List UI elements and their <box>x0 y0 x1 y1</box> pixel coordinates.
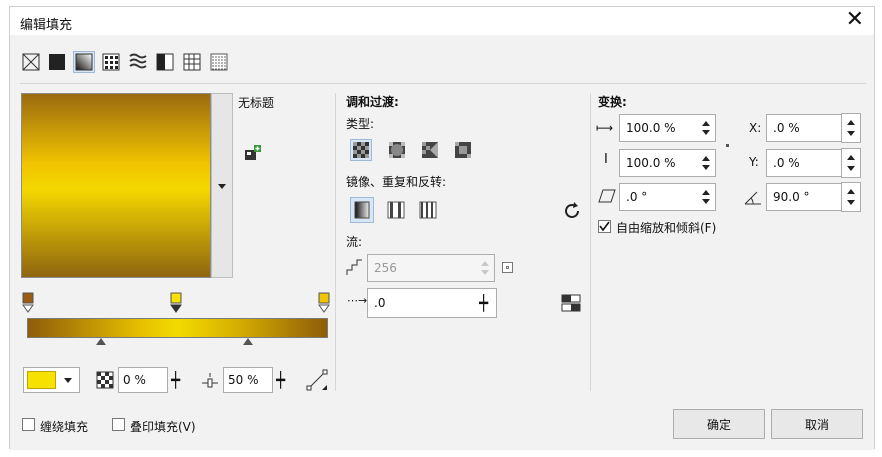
section-divider <box>335 93 336 391</box>
lock-steps-icon[interactable] <box>502 262 513 273</box>
reverse-gradient-icon[interactable] <box>561 200 583 222</box>
transparency-input[interactable]: 0 % <box>118 367 168 393</box>
x-offset-input[interactable]: .0 % <box>766 114 850 142</box>
rotate-value: 90.0 ° <box>773 190 810 204</box>
overprint-label: 叠印填充(V) <box>130 420 196 434</box>
vector-pattern-fill-icon[interactable] <box>100 51 122 73</box>
cancel-button-label: 取消 <box>804 417 829 432</box>
default-fill-mode-icon[interactable] <box>350 197 374 223</box>
color-stop-right[interactable] <box>318 292 330 314</box>
section-divider <box>590 93 591 391</box>
preset-dropdown[interactable] <box>211 93 233 278</box>
transparency-icon <box>96 371 114 389</box>
steps-value: 256 <box>374 261 397 275</box>
fill-width-icon: ⟼ <box>596 121 614 135</box>
node-position-icon <box>200 371 220 389</box>
skew-value: .0 ° <box>626 190 648 204</box>
repeat-mirror-icon[interactable] <box>385 199 407 221</box>
wrap-fill-checkbox[interactable] <box>22 418 35 431</box>
chevron-down-icon <box>218 184 226 189</box>
preset-name: 无标题 <box>238 96 275 110</box>
skew-icon <box>598 188 616 204</box>
x-label: X: <box>749 121 762 135</box>
save-preset-icon[interactable] <box>244 145 262 161</box>
acceleration-input[interactable]: .0 ┿ <box>367 288 497 318</box>
rotate-icon <box>743 188 763 206</box>
wrap-fill-label: 缠绕填充 <box>40 420 89 434</box>
texture-fill-icon[interactable] <box>181 51 203 73</box>
title-bar: 编辑填充 ✕ <box>10 7 874 35</box>
ok-button[interactable]: 确定 <box>673 409 765 439</box>
color-stop-left[interactable] <box>22 292 34 314</box>
y-label: Y: <box>749 155 759 169</box>
fill-preview <box>21 93 211 278</box>
transform-heading: 变换: <box>598 95 627 109</box>
node-position-value: 50 % <box>228 373 259 387</box>
postscript-fill-icon[interactable] <box>208 51 230 73</box>
color-stop-middle[interactable] <box>170 292 182 314</box>
flow-label: 流: <box>346 235 363 249</box>
y-offset-input[interactable]: .0 % <box>766 149 850 177</box>
bottom-bar: 缠绕填充 叠印填充(V) 确定 取消 <box>10 403 874 450</box>
dialog-title: 编辑填充 <box>20 18 73 33</box>
y-offset-spinner[interactable] <box>841 148 861 178</box>
x-offset-spinner[interactable] <box>841 113 861 143</box>
color-swatch <box>27 371 56 389</box>
ok-button-label: 确定 <box>706 417 731 432</box>
uniform-fill-icon[interactable] <box>46 51 68 73</box>
fill-handle-icon[interactable] <box>306 369 328 391</box>
fill-height-icon: I <box>604 152 608 167</box>
steps-icon <box>346 258 364 276</box>
midpoint-marker[interactable] <box>96 338 106 345</box>
midpoint-marker[interactable] <box>243 338 253 345</box>
fill-height-spinner[interactable] <box>699 152 713 174</box>
fill-height-input[interactable]: 100.0 % <box>619 149 716 177</box>
y-offset-value: .0 % <box>773 156 800 170</box>
fill-height-value: 100.0 % <box>626 156 676 170</box>
link-dot <box>726 144 729 147</box>
fountain-fill-icon[interactable] <box>73 51 95 73</box>
gradient-ramp[interactable] <box>27 318 328 338</box>
overprint-checkbox[interactable] <box>112 418 125 431</box>
rotate-spinner[interactable] <box>841 182 861 212</box>
steps-spinner[interactable] <box>478 257 492 279</box>
acceleration-icon: ⋯→ <box>347 294 368 307</box>
rotate-input[interactable]: 90.0 ° <box>766 183 850 211</box>
bitmap-pattern-fill-icon[interactable] <box>127 51 149 73</box>
node-color-picker[interactable] <box>23 367 80 393</box>
close-icon[interactable]: ✕ <box>846 8 864 32</box>
acceleration-value: .0 <box>374 296 386 310</box>
cancel-button[interactable]: 取消 <box>771 409 863 439</box>
edit-fill-dialog: 编辑填充 ✕ 无标题 0 % ┿ 50 % ┿ 调和过渡: 类型: 镜像、重复和… <box>9 6 875 450</box>
skew-spinner[interactable] <box>699 186 713 208</box>
no-fill-icon[interactable] <box>20 51 42 73</box>
transparency-value: 0 % <box>123 373 146 387</box>
node-position-input[interactable]: 50 % <box>223 367 273 393</box>
free-scale-label: 自由缩放和倾斜(F) <box>616 221 717 235</box>
mirror-repeat-label: 镜像、重复和反转: <box>346 175 447 189</box>
rectangular-fountain-icon[interactable] <box>452 139 474 161</box>
chevron-down-icon <box>64 378 72 383</box>
blend-heading: 调和过渡: <box>346 95 399 109</box>
toolbar-divider <box>20 83 866 84</box>
smooth-transition-icon[interactable] <box>561 293 581 313</box>
skew-input[interactable]: .0 ° <box>619 183 716 211</box>
elliptical-fountain-icon[interactable] <box>386 139 408 161</box>
fill-width-value: 100.0 % <box>626 121 676 135</box>
free-scale-checkbox[interactable] <box>598 220 611 233</box>
blend-type-label: 类型: <box>346 117 375 131</box>
position-slider-icon[interactable]: ┿ <box>276 368 285 392</box>
acceleration-slider-icon[interactable]: ┿ <box>479 291 488 315</box>
fill-width-input[interactable]: 100.0 % <box>619 114 716 142</box>
two-color-pattern-fill-icon[interactable] <box>154 51 176 73</box>
fill-width-spinner[interactable] <box>699 117 713 139</box>
transparency-slider-icon[interactable]: ┿ <box>171 368 180 392</box>
x-offset-value: .0 % <box>773 121 800 135</box>
steps-input[interactable]: 256 <box>367 254 495 282</box>
conical-fountain-icon[interactable] <box>419 139 441 161</box>
linear-fountain-icon[interactable] <box>350 139 372 161</box>
repeat-icon[interactable] <box>417 199 439 221</box>
